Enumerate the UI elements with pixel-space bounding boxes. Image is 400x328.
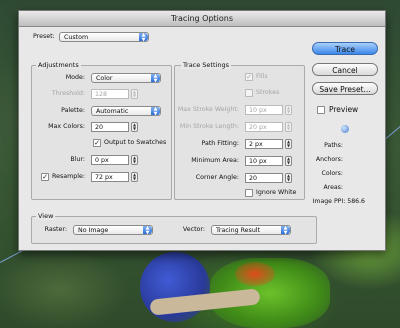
mode-value: Color	[96, 75, 113, 82]
min-stroke-length-input[interactable]: 20 px	[245, 122, 283, 132]
trace-button[interactable]: Trace	[312, 42, 378, 55]
minimum-area-label: Minimum Area:	[191, 157, 239, 164]
preview-label: Preview	[329, 105, 359, 114]
resample-stepper[interactable]: ▲ ▼	[131, 172, 138, 182]
blur-label: Blur:	[70, 156, 85, 163]
trace-settings-title: Trace Settings	[181, 61, 231, 69]
palette-select[interactable]: Automatic ▲ ▼	[91, 106, 161, 116]
min-stroke-length-stepper[interactable]: ▲ ▼	[285, 122, 292, 132]
vector-select[interactable]: Tracing Result ▲ ▼	[211, 225, 291, 235]
resample-label: Resample:	[52, 173, 85, 180]
preset-select[interactable]: Custom ▲ ▼	[59, 32, 149, 42]
image-ppi-stat: Image PPI: 586.6	[312, 198, 365, 205]
popup-arrows-icon: ▲ ▼	[143, 226, 152, 235]
strokes-label: Strokes	[256, 89, 280, 96]
areas-stat: Areas:	[323, 184, 343, 191]
popup-arrows-icon: ▲ ▼	[139, 33, 148, 42]
raster-value: No Image	[78, 227, 109, 234]
fills-label: Fills	[256, 73, 268, 80]
vector-value: Tracing Result	[216, 227, 261, 234]
dialog-title: Tracing Options	[19, 11, 385, 27]
info-icon	[341, 125, 349, 133]
fills-checkbox[interactable]: ✓	[245, 73, 253, 81]
resample-checkbox[interactable]: ✓	[41, 173, 49, 181]
blur-input[interactable]: 0 px	[91, 155, 129, 165]
output-to-swatches-checkbox[interactable]: ✓	[93, 139, 101, 147]
cancel-button[interactable]: Cancel	[312, 63, 378, 76]
photo-bird-red	[235, 262, 275, 286]
threshold-input[interactable]: 128	[91, 89, 129, 99]
min-stroke-length-label: Min Stroke Length:	[179, 123, 239, 130]
raster-select[interactable]: No Image ▲ ▼	[73, 225, 153, 235]
vector-label: Vector:	[182, 226, 205, 233]
save-preset-button[interactable]: Save Preset...	[312, 82, 378, 95]
corner-angle-input[interactable]: 20	[245, 173, 283, 183]
palette-label: Palette:	[61, 107, 85, 114]
output-to-swatches-label: Output to Swatches	[104, 139, 167, 146]
ignore-white-checkbox[interactable]	[245, 189, 253, 197]
colors-stat: Colors:	[321, 170, 343, 177]
preset-value: Custom	[64, 34, 89, 41]
adjustments-title: Adjustments	[36, 61, 81, 69]
paths-stat: Paths:	[324, 142, 343, 149]
preset-label: Preset:	[33, 33, 55, 40]
raster-label: Raster:	[44, 226, 67, 233]
popup-arrows-icon: ▲ ▼	[151, 107, 160, 116]
mode-select[interactable]: Color ▲ ▼	[91, 73, 161, 83]
corner-angle-label: Corner Angle:	[195, 174, 239, 181]
threshold-stepper[interactable]: ▲ ▼	[131, 89, 138, 99]
mode-label: Mode:	[65, 74, 85, 81]
max-stroke-weight-stepper[interactable]: ▲ ▼	[285, 105, 292, 115]
max-stroke-weight-input[interactable]: 10 px	[245, 105, 283, 115]
path-fitting-label: Path Fitting:	[201, 140, 239, 147]
max-stroke-weight-label: Max Stroke Weight:	[177, 106, 239, 113]
max-colors-stepper[interactable]: ▲ ▼	[131, 122, 138, 132]
tracing-options-dialog: Tracing Options Preset: Custom ▲ ▼ Adjust…	[18, 10, 386, 251]
strokes-checkbox[interactable]	[245, 89, 253, 97]
popup-arrows-icon: ▲ ▼	[281, 226, 290, 235]
anchors-stat: Anchors:	[315, 156, 343, 163]
palette-value: Automatic	[96, 108, 129, 115]
threshold-label: Threshold:	[51, 90, 85, 97]
resample-input[interactable]: 72 px	[91, 172, 129, 182]
blur-stepper[interactable]: ▲ ▼	[131, 155, 138, 165]
max-colors-label: Max Colors:	[48, 123, 85, 130]
view-title: View	[36, 212, 56, 220]
popup-arrows-icon: ▲ ▼	[151, 74, 160, 83]
minimum-area-input[interactable]: 10 px	[245, 156, 283, 166]
preview-checkbox[interactable]	[317, 106, 325, 114]
path-fitting-input[interactable]: 2 px	[245, 139, 283, 149]
max-colors-input[interactable]: 20	[91, 122, 129, 132]
